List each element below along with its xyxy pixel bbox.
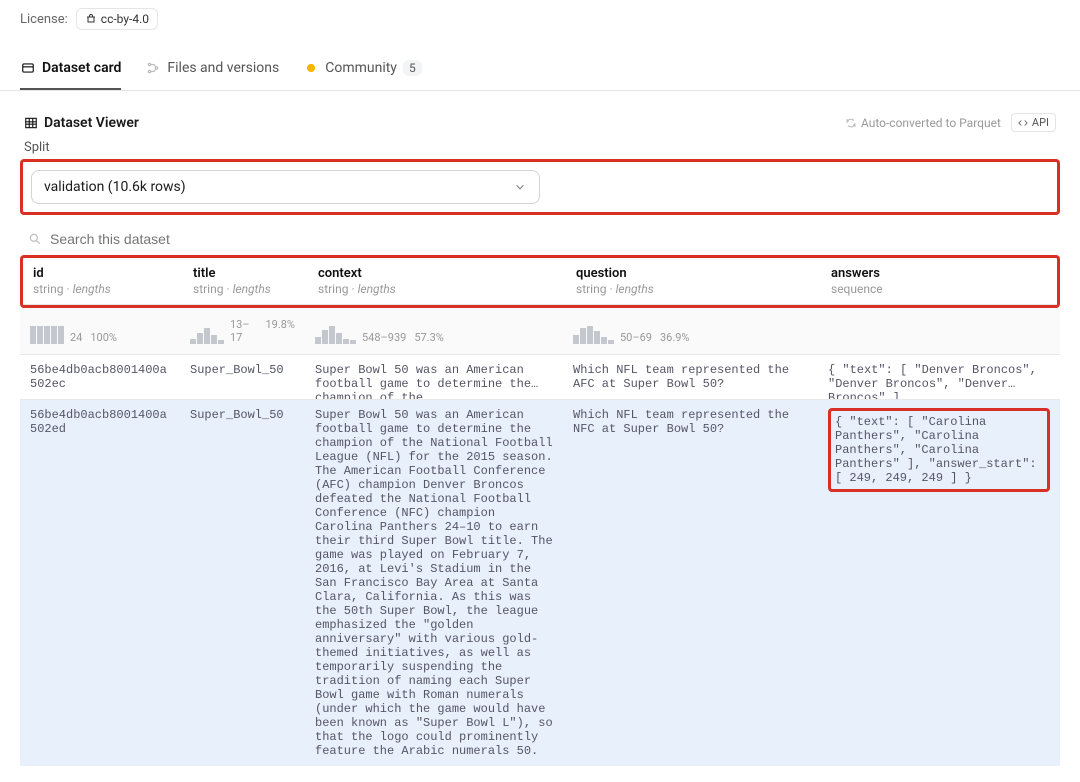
split-label: Split xyxy=(16,136,1064,159)
viewer-header: Dataset Viewer Auto-converted to Parquet… xyxy=(16,107,1064,136)
stats-row: 24100% 13–1719.8% 548–93957.3% 50–6936.9… xyxy=(20,308,1060,354)
tab-community-label: Community xyxy=(325,60,397,76)
col-question[interactable]: question string · lengths xyxy=(566,258,821,304)
tab-card-label: Dataset card xyxy=(42,60,121,76)
search-icon xyxy=(28,232,42,246)
stat-context: 548–93957.3% xyxy=(305,314,563,348)
cell-title: Super_Bowl_50 xyxy=(180,400,305,766)
col-id-name: id xyxy=(33,266,173,281)
card-icon xyxy=(20,60,36,76)
api-label: API xyxy=(1032,116,1049,129)
tab-dataset-card[interactable]: Dataset card xyxy=(20,50,121,90)
split-select[interactable]: validation (10.6k rows) xyxy=(31,170,540,204)
table-icon xyxy=(24,116,38,130)
viewer-right: Auto-converted to Parquet API xyxy=(845,113,1056,132)
license-icon xyxy=(85,13,97,25)
community-count: 5 xyxy=(403,60,422,76)
tab-files[interactable]: Files and versions xyxy=(145,50,279,90)
api-button[interactable]: API xyxy=(1011,113,1056,132)
refresh-icon xyxy=(845,117,857,129)
license-label: License: xyxy=(20,12,68,27)
auto-converted-text: Auto-converted to Parquet xyxy=(861,116,1001,130)
license-row: License: cc-by-4.0 xyxy=(0,0,1080,38)
col-context[interactable]: context string · lengths xyxy=(308,258,566,304)
license-badge[interactable]: cc-by-4.0 xyxy=(76,8,158,30)
stat-question: 50–6936.9% xyxy=(563,314,818,348)
split-highlight-box: validation (10.6k rows) xyxy=(20,159,1060,215)
cell-context: Super Bowl 50 was an American football g… xyxy=(305,355,563,399)
chevron-down-icon xyxy=(513,180,527,194)
tab-files-label: Files and versions xyxy=(167,60,279,76)
cell-id: 56be4db0acb8001400a502ec xyxy=(20,355,180,399)
files-icon xyxy=(145,60,161,76)
stat-title: 13–1719.8% xyxy=(180,314,305,348)
col-answers[interactable]: answers sequence xyxy=(821,258,1057,304)
cell-question: Which NFL team represented the AFC at Su… xyxy=(563,355,818,399)
table-header-highlight: id string · lengths title string · lengt… xyxy=(20,255,1060,308)
column-headers: id string · lengths title string · lengt… xyxy=(23,258,1057,305)
answers-highlight-box: { "text": [ "Carolina Panthers", "Caroli… xyxy=(828,408,1050,492)
viewer-title: Dataset Viewer xyxy=(24,115,139,131)
split-value: validation (10.6k rows) xyxy=(44,179,186,195)
table-row[interactable]: 56be4db0acb8001400a502ec Super_Bowl_50 S… xyxy=(20,354,1060,399)
cell-context: Super Bowl 50 was an American football g… xyxy=(305,400,563,766)
tabs: Dataset card Files and versions Communit… xyxy=(0,50,1080,91)
col-title[interactable]: title string · lengths xyxy=(183,258,308,304)
code-icon xyxy=(1018,118,1028,128)
license-value: cc-by-4.0 xyxy=(101,12,149,26)
cell-answers: { "text": [ "Carolina Panthers", "Caroli… xyxy=(818,400,1060,766)
data-rows: 56be4db0acb8001400a502ec Super_Bowl_50 S… xyxy=(20,354,1060,766)
community-icon xyxy=(303,60,319,76)
col-id[interactable]: id string · lengths xyxy=(23,258,183,304)
search-row xyxy=(16,223,1064,255)
cell-answers: { "text": [ "Denver Broncos", "Denver Br… xyxy=(818,355,1060,399)
table-row[interactable]: 56be4db0acb8001400a502ed Super_Bowl_50 S… xyxy=(20,399,1060,766)
stat-answers xyxy=(818,314,1060,348)
cell-id: 56be4db0acb8001400a502ed xyxy=(20,400,180,766)
stat-id: 24100% xyxy=(20,314,180,348)
cell-question: Which NFL team represented the NFC at Su… xyxy=(563,400,818,766)
cell-title: Super_Bowl_50 xyxy=(180,355,305,399)
viewer-title-text: Dataset Viewer xyxy=(44,115,139,131)
search-input[interactable] xyxy=(50,231,1052,247)
tab-community[interactable]: Community 5 xyxy=(303,50,421,90)
auto-converted[interactable]: Auto-converted to Parquet xyxy=(845,116,1001,130)
dataset-viewer: Dataset Viewer Auto-converted to Parquet… xyxy=(0,91,1080,782)
